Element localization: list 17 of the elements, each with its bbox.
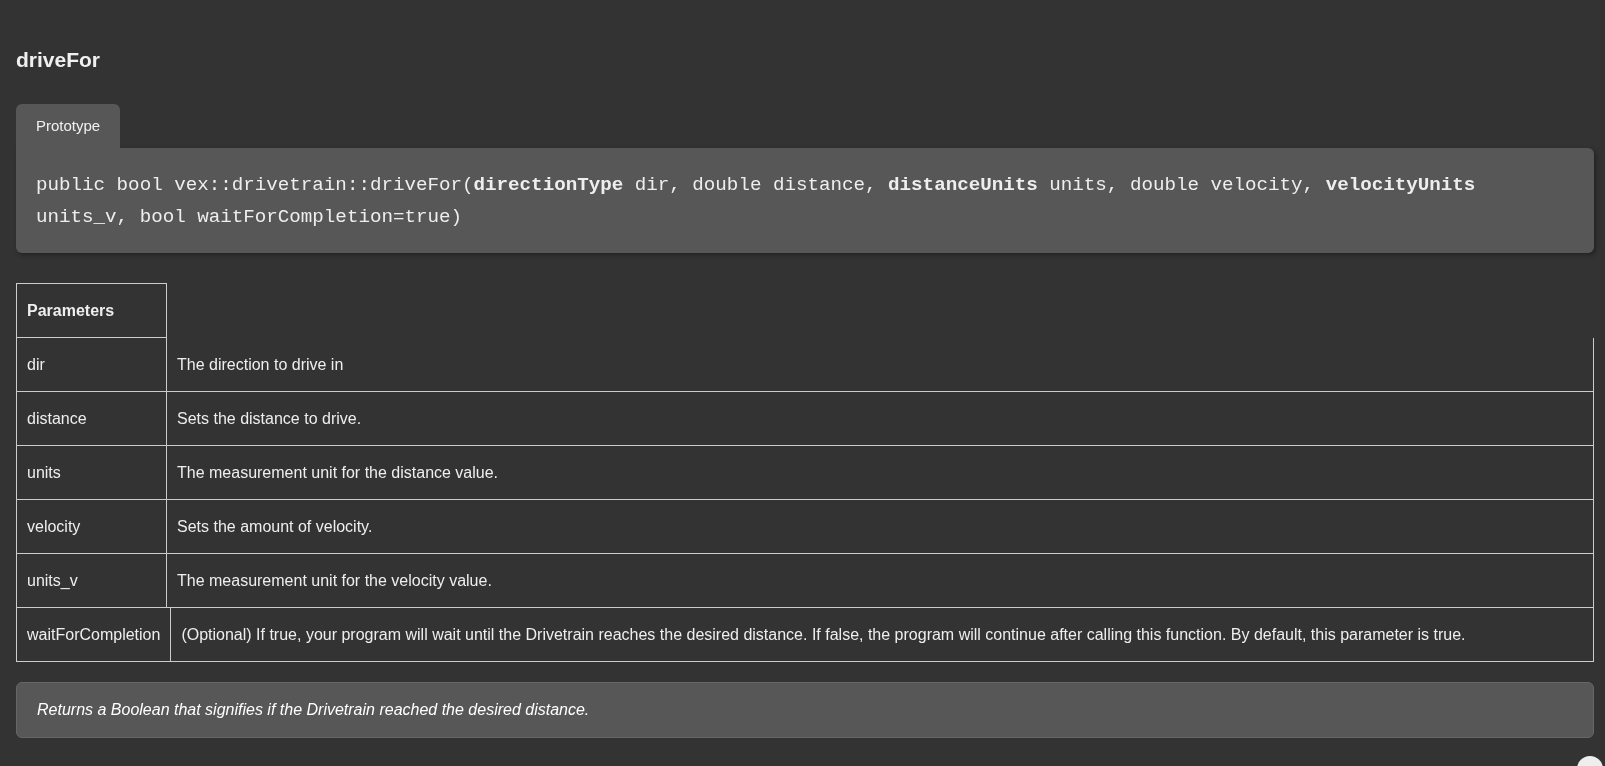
code-block: public bool vex::drivetrain::driveFor(directionType dir, double distance, distanceUnits units, double velocity, velocityUnits units_v, bool waitForCompletion=true) [16, 148, 1594, 253]
table-cell: Sets the amount of velocity. [166, 500, 1593, 553]
table-cell-text: velocity [26, 517, 82, 537]
table-cell-text: dir [26, 355, 46, 375]
table-cell: Sets the distance to drive. [166, 392, 1593, 445]
table-cell-text: waitForCompletion [26, 625, 162, 645]
table-cell-text: units_v [26, 571, 79, 591]
table-cell: (Optional) If true, your program will wait until the Drivetrain reaches the desired distance. If false, the program will continue after calling this function. By default, this parameter is true. [170, 608, 1593, 661]
table-cell: The measurement unit for the distance value. [166, 446, 1593, 499]
table-cell-text: distance [26, 409, 88, 429]
table-cell-text: units [26, 463, 62, 483]
page-title: driveFor [16, 48, 102, 72]
tab[interactable]: Prototype [16, 104, 121, 148]
table-header: Parameters [26, 301, 116, 321]
returns-note: Returns a Boolean that signifies if the Drivetrain reached the desired distance. [16, 682, 1594, 738]
table-cell: The measurement unit for the velocity value. [166, 554, 1593, 607]
table-cell: The direction to drive in [166, 338, 1593, 391]
